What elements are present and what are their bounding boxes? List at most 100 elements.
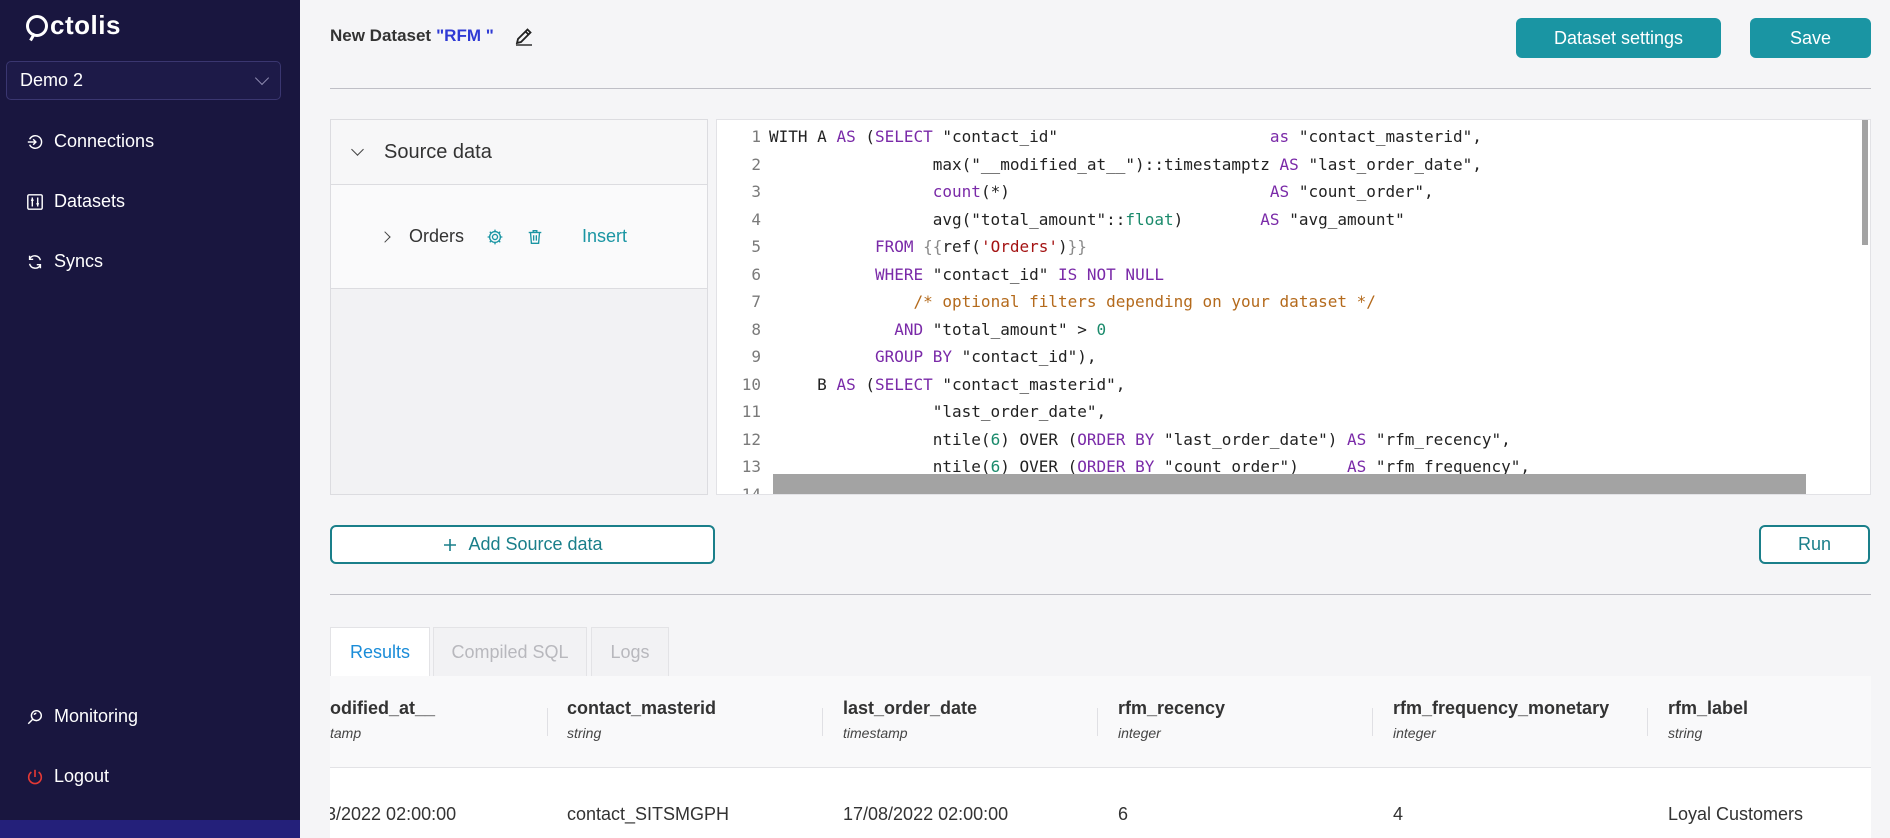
nav-logout[interactable]: Logout xyxy=(26,766,109,787)
logo-mark-icon xyxy=(26,14,48,37)
nav-syncs[interactable]: Syncs xyxy=(26,251,103,272)
column-type: integer xyxy=(1118,725,1161,741)
code-token: "contact_masterid", xyxy=(1289,127,1482,146)
column-resize-handle[interactable] xyxy=(1647,708,1648,736)
code-line[interactable]: 7 /* optional filters depending on your … xyxy=(717,288,1376,316)
code-line[interactable]: 11 "last_order_date", xyxy=(717,398,1106,426)
line-number: 8 xyxy=(751,319,761,339)
code-token: AS xyxy=(1269,182,1290,201)
line-number: 3 xyxy=(751,182,761,201)
code-token: count xyxy=(932,182,981,201)
tab-logs[interactable]: Logs xyxy=(591,627,669,677)
column-type: tamp xyxy=(330,725,362,741)
insert-link[interactable]: Insert xyxy=(582,226,627,247)
table-cell: 17/08/2022 02:00:00 xyxy=(843,804,1009,824)
column-resize-handle[interactable] xyxy=(1097,708,1098,736)
nav-datasets[interactable]: Datasets xyxy=(26,191,125,212)
code-line[interactable]: 5 FROM {{ref('Orders')}} xyxy=(717,233,1087,261)
run-button[interactable]: Run xyxy=(1759,525,1870,564)
code-token: "contact_id" xyxy=(923,264,1058,284)
column-header[interactable]: rfm_frequency_monetary integer xyxy=(1393,698,1609,741)
code-token: WITH A xyxy=(769,127,837,146)
code-token: {{ xyxy=(923,237,943,256)
code-token: ntile( xyxy=(769,429,991,449)
code-line[interactable]: 2 max("__modified_at__")::timestamptz AS… xyxy=(717,151,1481,179)
code-line[interactable]: 4 avg("total_amount"::float) AS "avg_amo… xyxy=(717,206,1405,234)
add-source-data-button[interactable]: Add Source data xyxy=(330,525,715,564)
workspace-select[interactable]: Demo 2 xyxy=(6,61,281,100)
code-token: FROM xyxy=(874,237,914,256)
dataset-settings-button[interactable]: Dataset settings xyxy=(1516,18,1721,58)
sliders-icon xyxy=(27,193,43,210)
sidebar-footer-strip xyxy=(0,820,300,838)
code-token: 0 xyxy=(1096,319,1107,339)
column-resize-handle[interactable] xyxy=(1372,708,1373,736)
code-token: AS xyxy=(1260,209,1280,229)
table-cell: 6 xyxy=(1118,804,1129,824)
horizontal-scrollbar[interactable] xyxy=(773,474,1806,494)
column-header[interactable]: contact_masterid string xyxy=(567,698,716,741)
column-name: rfm_frequency_monetary xyxy=(1393,698,1610,718)
code-token: ) OVER ( xyxy=(1000,429,1078,449)
login-arrow-icon xyxy=(27,134,43,149)
code-token: AS xyxy=(1279,154,1299,174)
column-header[interactable]: rfm_label string xyxy=(1668,698,1748,741)
page-title-prefix: New Dataset xyxy=(330,26,432,45)
code-token: "avg_amount" xyxy=(1279,209,1405,229)
vertical-scrollbar[interactable] xyxy=(1862,120,1868,245)
code-token: "contact_id"), xyxy=(952,347,1097,366)
editor-divider xyxy=(330,594,1871,595)
sidebar: ctolis Demo 2 Connections Datasets Syncs… xyxy=(0,0,300,838)
column-header[interactable]: rfm_recency integer xyxy=(1118,698,1225,741)
table-header: odified_at__ tamp contact_masterid strin… xyxy=(330,676,1871,768)
column-header[interactable]: odified_at__ tamp xyxy=(330,698,435,741)
chevron-right-icon[interactable] xyxy=(379,230,391,243)
code-token: avg("total_amount":: xyxy=(769,209,1126,229)
code-line[interactable]: 6 WHERE "contact_id" IS NOT NULL xyxy=(717,261,1164,289)
code-token: "contact_masterid", xyxy=(932,374,1126,394)
code-token: ) xyxy=(1173,209,1261,229)
column-header[interactable]: last_order_date timestamp xyxy=(843,698,977,741)
tab-results[interactable]: Results xyxy=(330,627,430,677)
line-number: 10 xyxy=(741,374,761,394)
save-button[interactable]: Save xyxy=(1750,18,1871,58)
source-data-panel: Source data Orders Insert xyxy=(330,119,708,495)
code-line[interactable]: 14 xyxy=(717,481,769,495)
code-token: "last_order_date") xyxy=(1154,429,1347,449)
code-token: "last_order_date", xyxy=(769,402,1107,421)
code-line[interactable]: 9 GROUP BY "contact_id"), xyxy=(717,343,1097,371)
code-line[interactable]: 8 AND "total_amount" > 0 xyxy=(717,316,1106,344)
source-data-header[interactable]: Source data xyxy=(331,120,707,185)
pencil-icon[interactable] xyxy=(514,26,534,46)
line-number: 13 xyxy=(741,457,761,476)
column-resize-handle[interactable] xyxy=(547,708,548,736)
code-token: max("__modified_at__")::timestamptz xyxy=(769,154,1280,174)
gear-icon[interactable] xyxy=(486,228,504,246)
line-number: 5 xyxy=(751,237,761,256)
trash-icon[interactable] xyxy=(526,228,544,246)
column-resize-handle[interactable] xyxy=(822,708,823,736)
code-token: AND xyxy=(894,319,924,339)
code-line[interactable]: 1 WITH A AS (SELECT "contact_id" as "cont… xyxy=(717,123,1482,151)
code-token: }} xyxy=(1067,237,1087,256)
app-logo[interactable]: ctolis xyxy=(26,10,121,41)
table-cell: contact_SITSMGPH xyxy=(567,804,730,824)
code-token: "contact_id" xyxy=(932,127,1270,146)
code-line[interactable]: 3 count(*) AS "count_order", xyxy=(717,178,1433,206)
column-name: contact_masterid xyxy=(567,698,717,718)
line-number: 11 xyxy=(741,402,761,421)
nav-connections[interactable]: Connections xyxy=(26,131,154,152)
code-line[interactable]: 10 B AS (SELECT "contact_masterid", xyxy=(717,371,1126,399)
sql-editor[interactable]: 14 13 ntile(6) OVER (ORDER BY "count_orde… xyxy=(716,119,1871,495)
code-line[interactable]: 12 ntile(6) OVER (ORDER BY "last_order_d… xyxy=(717,426,1511,454)
add-source-data-label: Add Source data xyxy=(468,534,603,554)
results-table: odified_at__ tamp contact_masterid strin… xyxy=(330,676,1871,838)
line-number: 6 xyxy=(751,264,761,284)
line-number: 14 xyxy=(741,484,761,495)
tab-compiled-sql[interactable]: Compiled SQL xyxy=(433,627,587,677)
nav-monitoring[interactable]: Monitoring xyxy=(26,706,138,727)
line-number: 1 xyxy=(751,127,761,146)
code-token: as xyxy=(1269,127,1290,146)
